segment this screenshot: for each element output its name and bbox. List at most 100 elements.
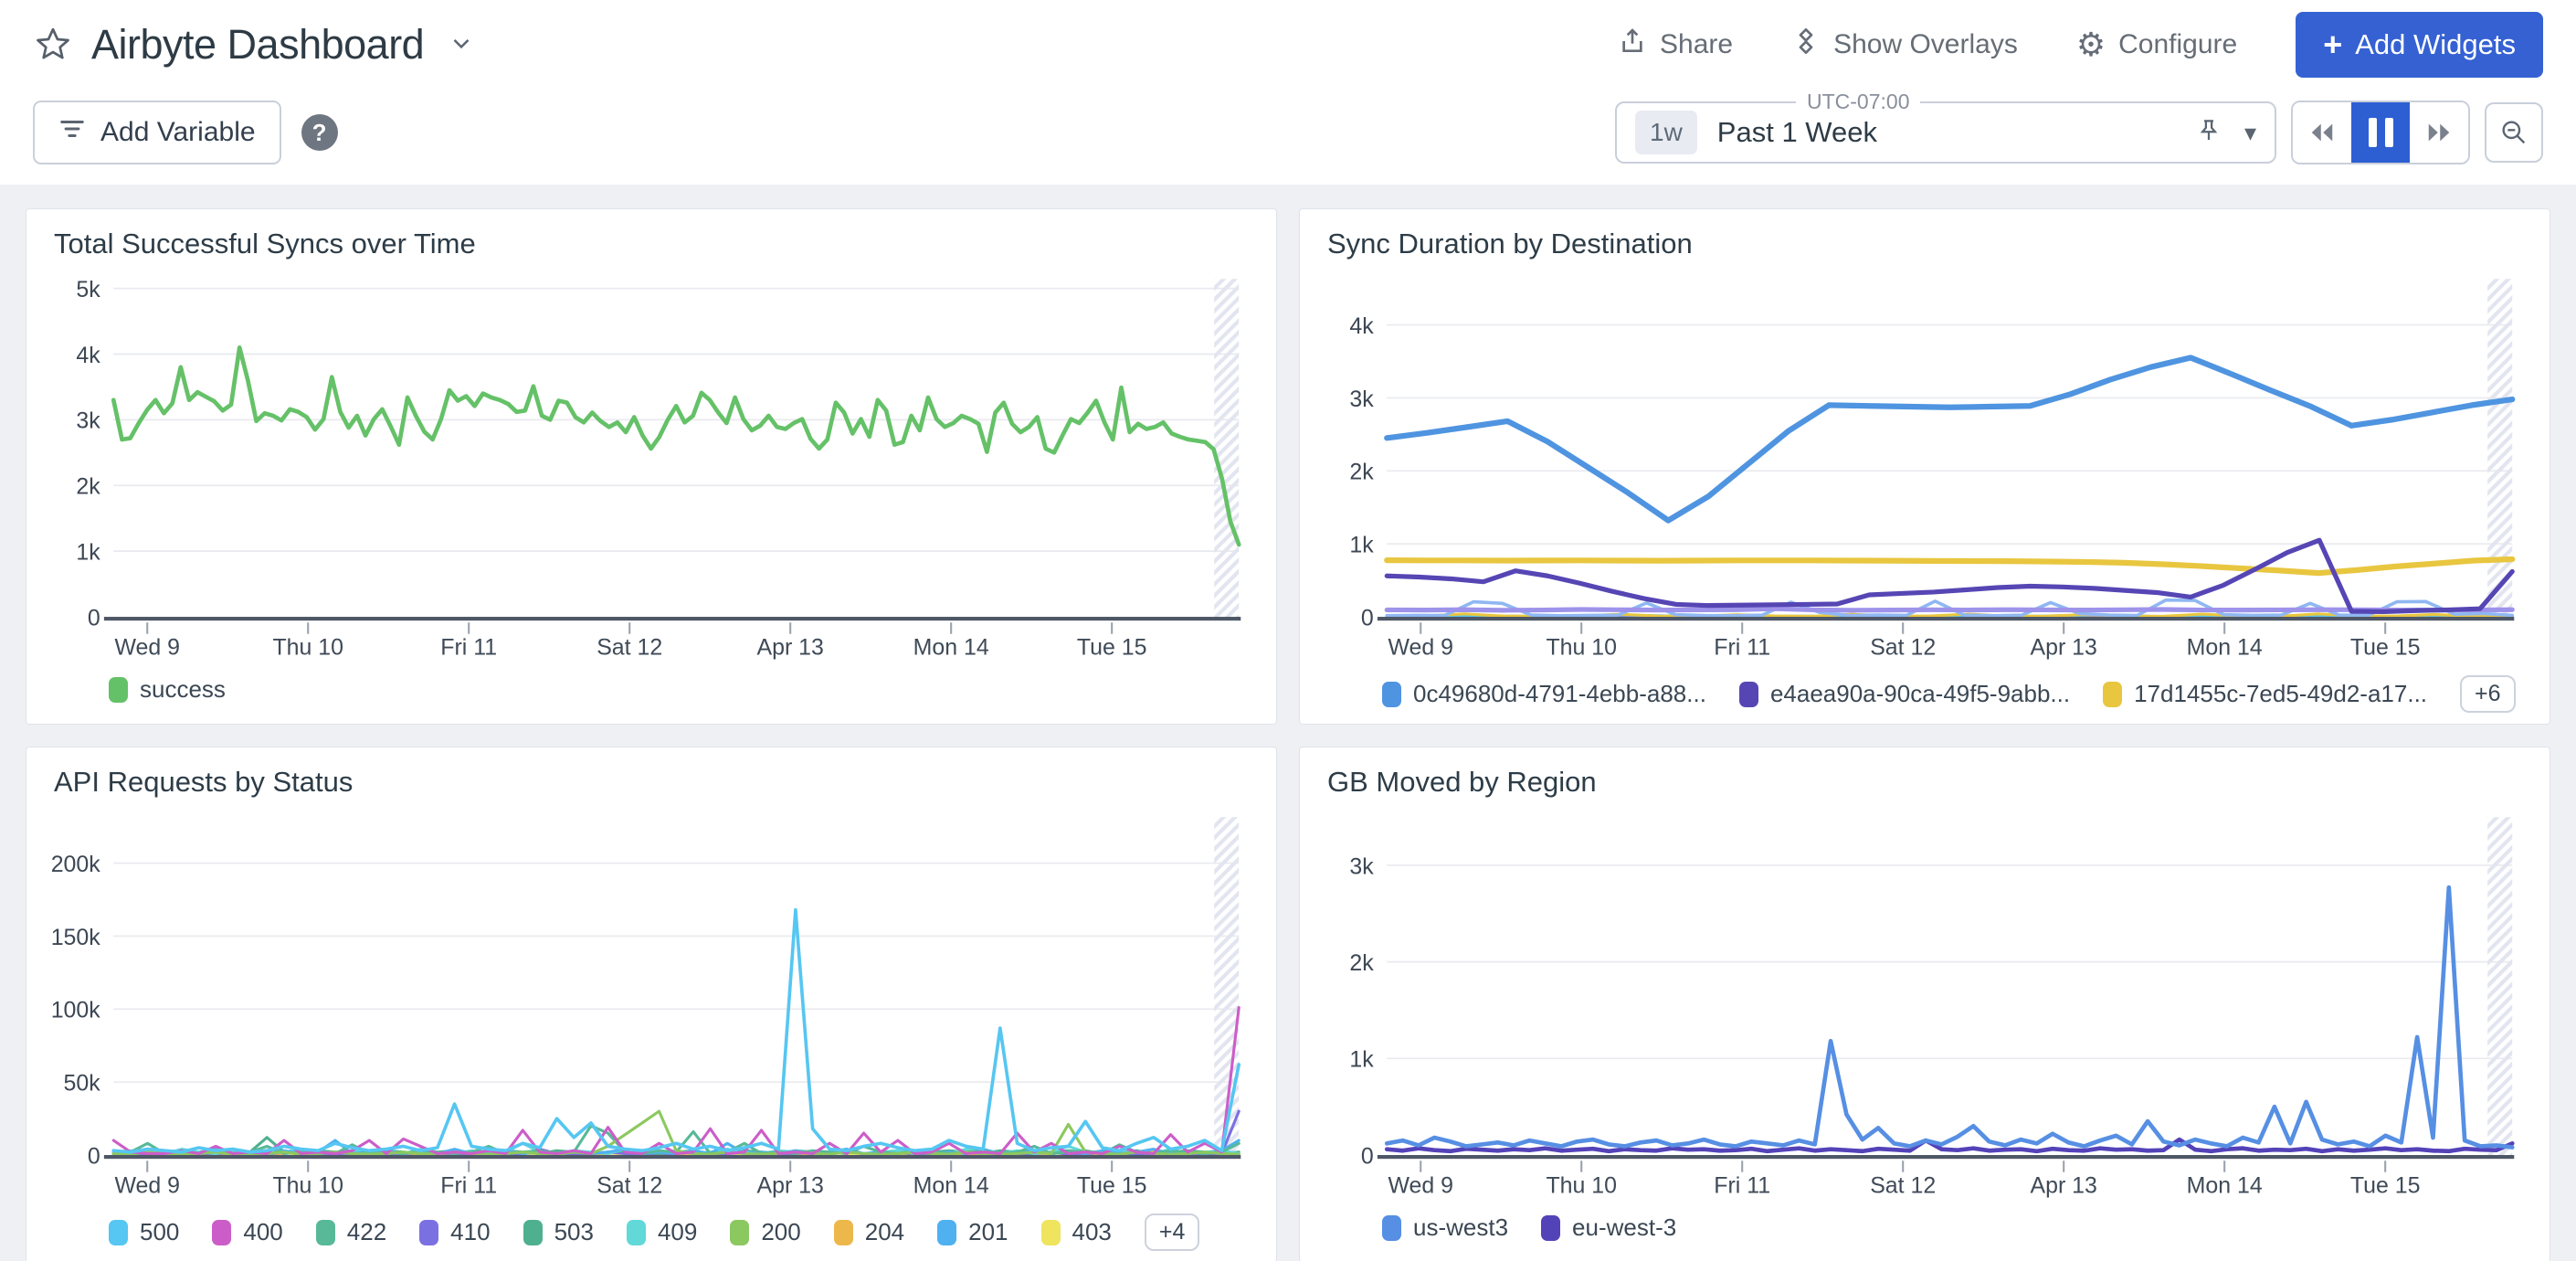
y-axis-tick-label: 0 [88, 1143, 100, 1169]
widget-gb-moved: GB Moved by Region 01k2k3kWed 9Thu 10Fri… [1299, 747, 2550, 1261]
legend-item[interactable]: e4aea90a-90ca-49f5-9abb... [1739, 680, 2070, 708]
legend-label: 204 [865, 1218, 904, 1246]
legend-item[interactable]: 403 [1041, 1218, 1112, 1246]
caret-down-icon[interactable]: ▾ [2244, 119, 2256, 147]
x-axis-tick-label: Sat 12 [596, 635, 662, 661]
legend-swatch [1382, 682, 1401, 707]
chart-plot[interactable]: 01k2k3k4kWed 9Thu 10Fri 11Sat 12Apr 13Mo… [1307, 273, 2531, 672]
series-line [1387, 559, 2512, 573]
plus-icon: + [2323, 32, 2342, 58]
x-axis-tick-label: Wed 9 [114, 635, 180, 661]
legend-label: 410 [450, 1218, 490, 1246]
legend-item[interactable]: 200 [730, 1218, 800, 1246]
legend-item[interactable]: 410 [419, 1218, 490, 1246]
y-axis-tick-label: 0 [88, 605, 100, 630]
legend-item[interactable]: 500 [109, 1218, 179, 1246]
zoom-out-button[interactable] [2485, 102, 2543, 163]
add-variable-button[interactable]: Add Variable [33, 101, 281, 164]
chart-canvas[interactable]: 050k100k150k200kWed 9Thu 10Fri 11Sat 12A… [26, 810, 1276, 1210]
chart-legend: us-west3 eu-west-3 [1300, 1210, 2550, 1260]
x-axis-tick-label: Wed 9 [1388, 1173, 1453, 1199]
legend-item[interactable]: 0c49680d-4791-4ebb-a88... [1382, 680, 1706, 708]
help-icon[interactable]: ? [301, 114, 338, 151]
legend-item[interactable]: 201 [937, 1218, 1008, 1246]
legend-item[interactable]: 400 [212, 1218, 282, 1246]
pause-icon [2369, 118, 2393, 147]
widget-title: Sync Duration by Destination [1300, 209, 2550, 271]
title-bar: Airbyte Dashboard Share Show Overlays ⚙ … [0, 0, 2576, 90]
y-axis-tick-label: 2k [1349, 950, 1374, 976]
legend-item[interactable]: us-west3 [1382, 1213, 1508, 1242]
legend-item[interactable]: eu-west-3 [1541, 1213, 1676, 1242]
legend-more-badge[interactable]: +6 [2460, 675, 2516, 713]
legend-more-badge[interactable]: +4 [1145, 1213, 1200, 1251]
y-axis-tick-label: 0 [1361, 605, 1374, 630]
legend-swatch [109, 1220, 128, 1245]
x-axis-tick-label: Mon 14 [2187, 1173, 2263, 1199]
legend-label: e4aea90a-90ca-49f5-9abb... [1770, 680, 2070, 708]
legend-label: 17d1455c-7ed5-49d2-a17... [2134, 680, 2427, 708]
x-axis-tick-label: Tue 15 [2350, 635, 2421, 661]
forward-button[interactable] [2410, 102, 2468, 163]
header: Airbyte Dashboard Share Show Overlays ⚙ … [0, 0, 2576, 185]
x-axis-tick-label: Tue 15 [1077, 635, 1147, 661]
chart-plot[interactable]: 050k100k150k200kWed 9Thu 10Fri 11Sat 12A… [34, 811, 1258, 1210]
legend-item[interactable]: 17d1455c-7ed5-49d2-a17... [2103, 680, 2427, 708]
legend-item[interactable]: 503 [523, 1218, 594, 1246]
x-axis-tick-label: Apr 13 [2030, 1173, 2096, 1199]
rewind-button[interactable] [2293, 102, 2351, 163]
time-range-picker[interactable]: UTC-07:00 1w Past 1 Week ▾ [1615, 101, 2276, 164]
chart-plot[interactable]: 01k2k3k4k5kWed 9Thu 10Fri 11Sat 12Apr 13… [34, 273, 1258, 672]
y-axis-tick-label: 0 [1361, 1143, 1374, 1169]
legend-swatch [627, 1220, 646, 1245]
time-controls: UTC-07:00 1w Past 1 Week ▾ [1615, 101, 2543, 164]
x-axis-tick-label: Thu 10 [272, 635, 343, 661]
widget-api-requests: API Requests by Status 050k100k150k200kW… [26, 747, 1277, 1261]
share-button[interactable]: Share [1618, 26, 1733, 63]
legend-item[interactable]: 409 [627, 1218, 697, 1246]
series-line [113, 347, 1239, 545]
y-axis-tick-label: 4k [76, 343, 100, 368]
legend-swatch [1041, 1220, 1061, 1245]
x-axis-tick-label: Sat 12 [1870, 635, 1936, 661]
toolbar: Add Variable ? UTC-07:00 1w Past 1 Week … [0, 90, 2576, 185]
x-axis-tick-label: Fri 11 [440, 635, 497, 661]
y-axis-tick-label: 150k [51, 925, 101, 950]
title-chevron-down-icon[interactable] [448, 29, 475, 61]
legend-swatch [109, 677, 128, 703]
series-line [1387, 609, 2512, 610]
x-axis-tick-label: Mon 14 [913, 635, 989, 661]
chart-canvas[interactable]: 01k2k3k4kWed 9Thu 10Fri 11Sat 12Apr 13Mo… [1300, 271, 2550, 672]
chart-legend: 500 400 422 410 503 409 200 204 201 403 +4 [26, 1210, 1276, 1261]
y-axis-tick-label: 4k [1349, 313, 1374, 339]
legend-label: success [140, 675, 226, 704]
y-axis-tick-label: 2k [76, 474, 100, 500]
x-axis-tick-label: Tue 15 [1077, 1173, 1147, 1199]
legend-item[interactable]: 204 [834, 1218, 904, 1246]
add-widgets-button[interactable]: + Add Widgets [2296, 12, 2543, 78]
legend-item[interactable]: 422 [316, 1218, 386, 1246]
y-axis-tick-label: 3k [1349, 853, 1374, 879]
x-axis-tick-label: Wed 9 [114, 1173, 180, 1199]
pause-button[interactable] [2351, 102, 2410, 163]
legend-label: 200 [761, 1218, 800, 1246]
chart-canvas[interactable]: 01k2k3kWed 9Thu 10Fri 11Sat 12Apr 13Mon … [1300, 810, 2550, 1210]
legend-swatch [212, 1220, 231, 1245]
y-axis-tick-label: 1k [1349, 533, 1374, 558]
favorite-star-icon[interactable] [33, 25, 73, 65]
show-overlays-button[interactable]: Show Overlays [1791, 26, 2018, 63]
pin-icon[interactable] [2195, 117, 2222, 149]
dashboard-grid: Total Successful Syncs over Time 01k2k3k… [0, 185, 2576, 1261]
legend-item[interactable]: success [109, 675, 226, 704]
x-axis-tick-label: Thu 10 [1546, 1173, 1617, 1199]
configure-button[interactable]: ⚙ Configure [2076, 28, 2237, 61]
y-axis-tick-label: 5k [76, 277, 100, 302]
playback-controls [2291, 101, 2470, 164]
chart-plot[interactable]: 01k2k3kWed 9Thu 10Fri 11Sat 12Apr 13Mon … [1307, 811, 2531, 1210]
time-range-chip[interactable]: 1w [1635, 111, 1697, 154]
legend-swatch [1541, 1215, 1560, 1241]
series-line [113, 910, 1239, 1152]
legend-label: 201 [968, 1218, 1008, 1246]
legend-label: 409 [658, 1218, 697, 1246]
chart-canvas[interactable]: 01k2k3k4k5kWed 9Thu 10Fri 11Sat 12Apr 13… [26, 271, 1276, 672]
